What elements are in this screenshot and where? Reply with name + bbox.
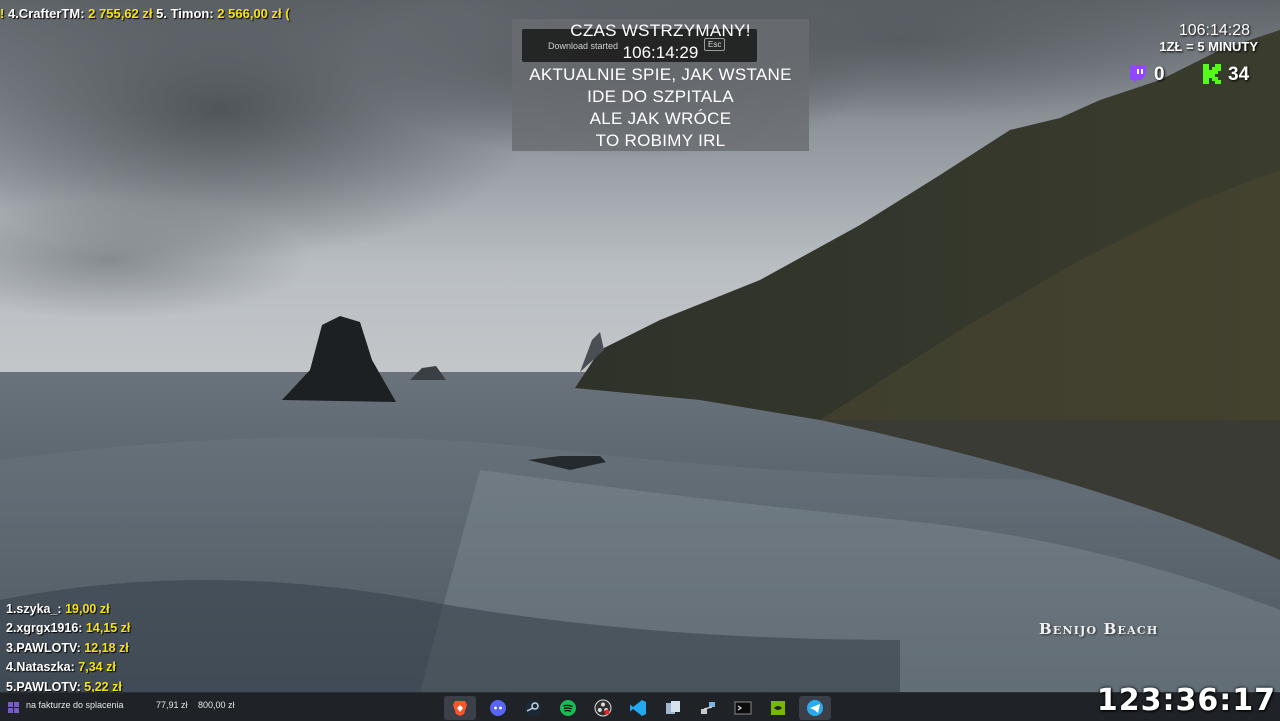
list-item: 2.xgrgx1916: 14,15 zł	[6, 619, 176, 638]
twitch-viewer-count: 0	[1154, 64, 1165, 85]
ticker-entry-amount: 2 755,62 zł	[88, 6, 153, 21]
donor-name: 4.Nataszka:	[6, 660, 75, 675]
donor-amount: 7,34 zł	[78, 660, 116, 675]
pause-message-line: AKTUALNIE SPIE, JAK WSTANE	[529, 65, 792, 84]
list-item: 4.Nataszka: 7,34 zł	[6, 658, 176, 677]
spotify-icon[interactable]	[552, 696, 584, 720]
ticker-entry-label: 5. Timon:	[156, 6, 214, 21]
kick-icon	[1202, 63, 1222, 91]
top-donations-list: 1.szyka_: 19,00 zł 2.xgrgx1916: 14,15 zł…	[6, 600, 176, 697]
timer-paused-panel: Download started Esc CZAS WSTRZYMANY! 10…	[512, 19, 809, 151]
donor-name: 2.xgrgx1916:	[6, 621, 83, 636]
steam-icon[interactable]	[517, 696, 549, 720]
bill-total: 800,00 zł	[198, 700, 235, 710]
pause-message-line: TO ROBIMY IRL	[595, 131, 726, 150]
donor-amount: 19,00 zł	[65, 602, 110, 616]
stream-uptime-clock: 123:36:17	[1096, 683, 1276, 718]
start-menu-icon[interactable]	[8, 701, 20, 713]
leaderboard-ticker: ! 4.CrafterTM: 2 755,62 zł 5. Timon: 2 5…	[0, 6, 316, 24]
twitch-counter: 0	[1128, 62, 1168, 88]
donor-name: 3.PAWLOTV:	[6, 640, 81, 655]
twitch-icon	[1128, 64, 1148, 90]
ticker-trailing: (	[285, 6, 290, 21]
kick-counter: 34	[1202, 62, 1252, 88]
obs-icon[interactable]	[587, 696, 619, 720]
vscode-icon[interactable]	[622, 696, 654, 720]
donor-name: 1.szyka_:	[6, 602, 62, 616]
ticker-marker: !	[0, 6, 5, 21]
bill-paid: 77,91 zł	[156, 700, 188, 710]
taskbar: na fakturze do splacenia 77,91 zł 800,00…	[0, 692, 1280, 721]
viewer-counters: 0 34	[1128, 62, 1252, 88]
network-icon[interactable]	[692, 696, 724, 720]
pause-message-line: ALE JAK WRÓCE	[589, 109, 732, 128]
nvidia-icon[interactable]	[762, 696, 794, 720]
ticker-entry-amount: 2 566,00 zł	[217, 6, 282, 21]
brave-icon[interactable]	[444, 696, 476, 720]
pause-message-line: IDE DO SZPITALA	[587, 87, 734, 106]
files-icon[interactable]	[657, 696, 689, 720]
donation-rate: 1ZŁ = 5 MINUTY	[1159, 39, 1258, 54]
location-watermark: Benijo Beach	[1039, 620, 1159, 638]
terminal-icon[interactable]	[727, 696, 759, 720]
subathon-timer: 106:14:28	[1178, 22, 1250, 39]
donor-amount: 14,15 zł	[85, 621, 131, 636]
telegram-icon[interactable]	[799, 696, 831, 720]
pause-title: CZAS WSTRZYMANY!	[570, 21, 751, 40]
list-item: 1.szyka_: 19,00 zł	[6, 600, 176, 619]
kick-viewer-count: 34	[1228, 64, 1250, 85]
pause-timer: 106:14:29	[622, 43, 699, 62]
ticker-entry-label: 4.CrafterTM:	[7, 6, 85, 21]
donor-amount: 12,18 zł	[84, 640, 129, 655]
list-item: 3.PAWLOTV: 12,18 zł	[6, 639, 176, 658]
bill-label: na fakturze do splacenia	[26, 700, 124, 710]
discord-icon[interactable]	[482, 696, 514, 720]
